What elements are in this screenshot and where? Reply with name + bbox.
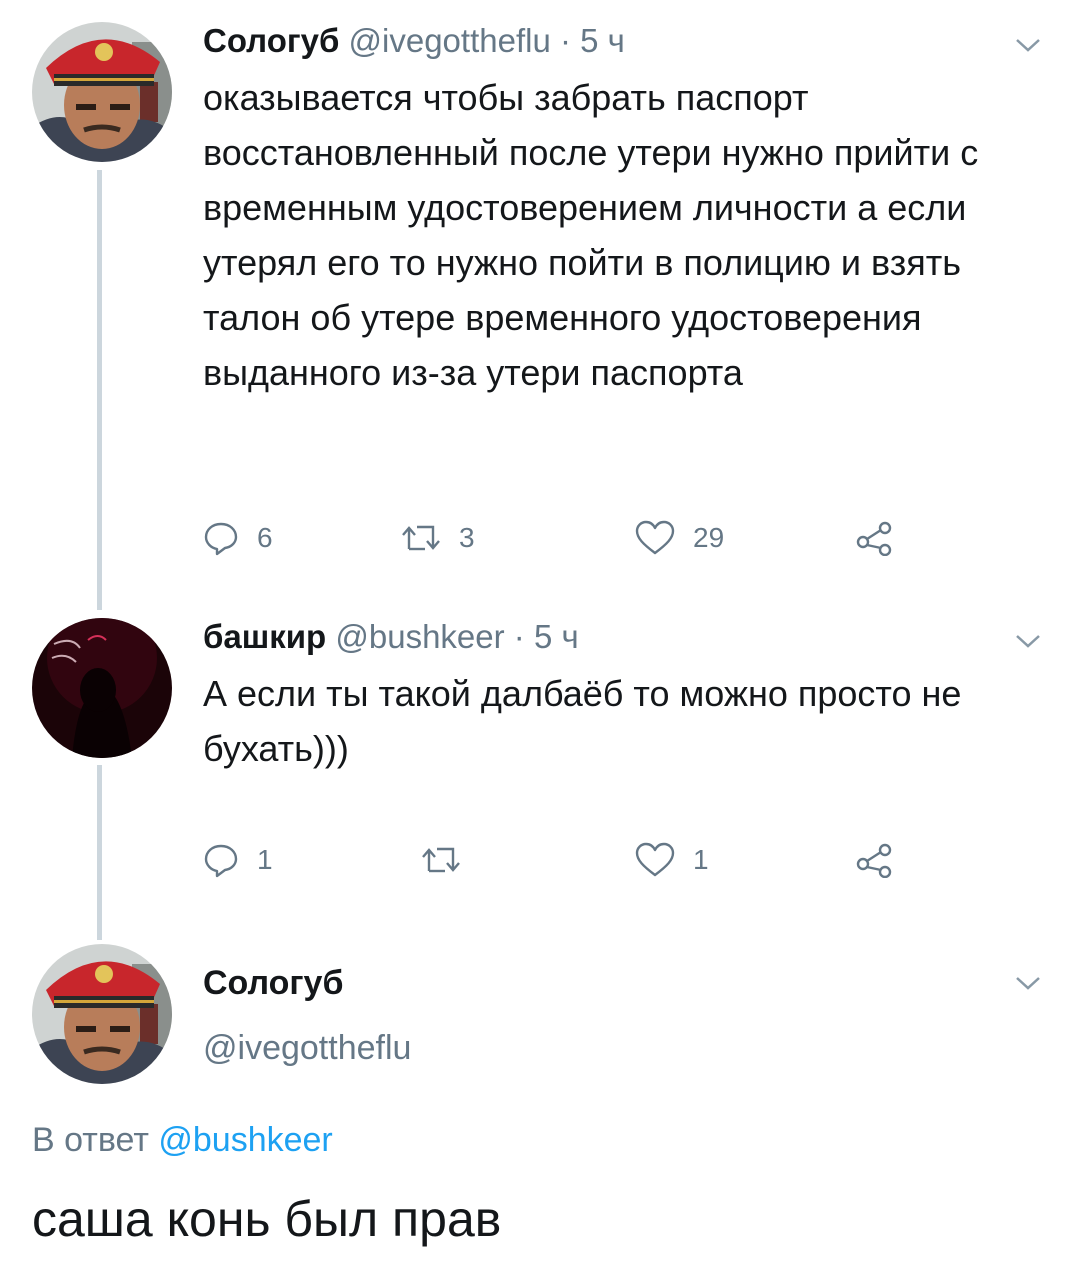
avatar[interactable] bbox=[32, 944, 172, 1084]
like-icon bbox=[635, 842, 675, 877]
reply-context: В ответ @bushkeer bbox=[32, 1118, 333, 1162]
tweet-actions: 6 3 29 bbox=[203, 516, 923, 560]
retweet-icon bbox=[422, 847, 460, 873]
focused-author-handle[interactable]: @ivegottheflu bbox=[203, 1027, 411, 1069]
like-button[interactable]: 29 bbox=[635, 516, 724, 560]
reply-icon bbox=[204, 522, 238, 556]
avatar[interactable] bbox=[32, 618, 172, 758]
reply-prefix: В ответ bbox=[32, 1121, 149, 1159]
share-icon bbox=[856, 843, 892, 878]
author-handle[interactable]: @ivegottheflu bbox=[349, 22, 551, 59]
focused-author-name[interactable]: Сологуб bbox=[203, 962, 343, 1004]
chevron-down-icon[interactable] bbox=[1014, 36, 1042, 54]
like-button[interactable]: 1 bbox=[635, 838, 709, 882]
thread-line bbox=[97, 765, 102, 940]
share-button[interactable] bbox=[855, 838, 895, 882]
retweet-icon bbox=[402, 525, 440, 551]
chevron-down-icon[interactable] bbox=[1014, 974, 1042, 992]
tweet-time[interactable]: 5 ч bbox=[580, 22, 625, 59]
retweet-button[interactable]: 3 bbox=[401, 516, 475, 560]
reply-button[interactable]: 1 bbox=[203, 838, 273, 882]
reply-to-link[interactable]: @bushkeer bbox=[158, 1121, 332, 1159]
like-count: 29 bbox=[693, 522, 725, 553]
avatar[interactable] bbox=[32, 22, 172, 162]
tweet-actions: 1 1 bbox=[203, 838, 923, 882]
tweet-text: оказывается чтобы забрать паспорт восста… bbox=[203, 77, 979, 393]
like-count: 1 bbox=[693, 844, 709, 875]
reply-count: 6 bbox=[257, 522, 273, 553]
tweet-header: башкир @bushkeer · 5 ч bbox=[203, 617, 579, 657]
share-icon bbox=[856, 521, 892, 556]
reply-button[interactable]: 6 bbox=[203, 516, 273, 560]
separator: · bbox=[504, 618, 534, 655]
reply-count: 1 bbox=[257, 844, 273, 875]
author-name[interactable]: башкир bbox=[203, 618, 326, 655]
focused-tweet-text: саша конь был прав bbox=[32, 1191, 502, 1247]
thread-line bbox=[97, 170, 102, 610]
author-name[interactable]: Сологуб bbox=[203, 22, 339, 59]
like-icon bbox=[635, 520, 675, 555]
retweet-button[interactable] bbox=[421, 838, 479, 882]
reply-icon bbox=[204, 844, 238, 878]
retweet-count: 3 bbox=[459, 522, 475, 553]
tweet-header: Сологуб @ivegottheflu · 5 ч bbox=[203, 21, 625, 61]
chevron-down-icon[interactable] bbox=[1014, 632, 1042, 650]
separator: · bbox=[550, 22, 581, 59]
tweet-text: А если ты такой далбаёб то можно просто … bbox=[203, 673, 962, 769]
share-button[interactable] bbox=[855, 516, 895, 560]
author-handle[interactable]: @bushkeer bbox=[335, 618, 504, 655]
tweet-time[interactable]: 5 ч bbox=[534, 618, 579, 655]
